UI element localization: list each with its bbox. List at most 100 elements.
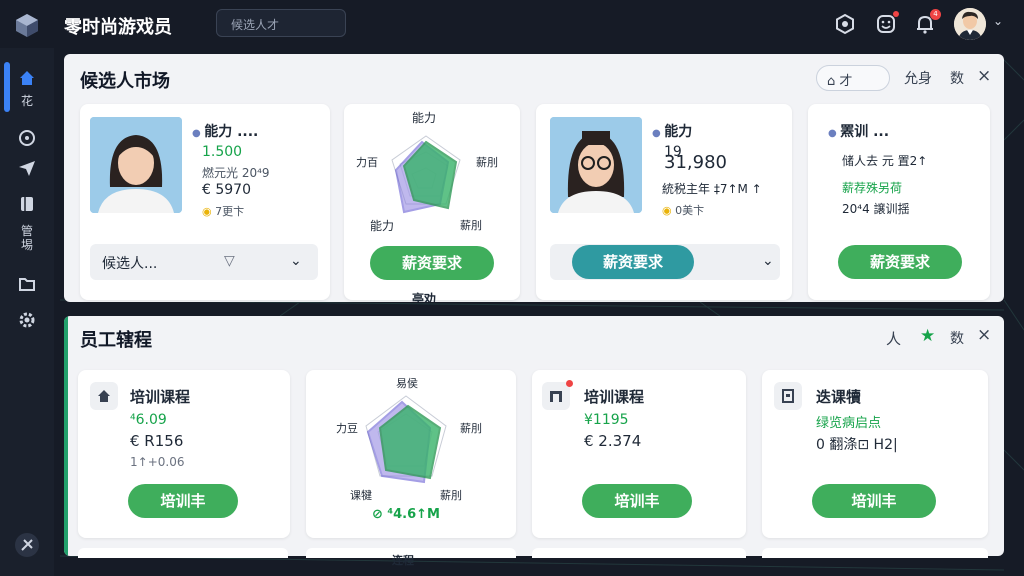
notification-badge: 4	[930, 9, 941, 20]
sidebar-item-book[interactable]	[17, 194, 37, 214]
sidebar-item-settings[interactable]	[17, 310, 37, 330]
radar-label-bottom-left: 能力	[370, 219, 395, 233]
refresh-icon: ⊘	[372, 507, 388, 522]
candidate-rating: ◉ 0美卞	[662, 204, 705, 217]
sidebar-active-indicator	[4, 62, 10, 112]
radar-label-bottom-right: 薪刖	[440, 489, 462, 502]
sidebar-item-home[interactable]	[17, 68, 37, 88]
training-date: 20⁴4 譲训揺	[842, 202, 910, 216]
search-input[interactable]: 候选人才	[216, 9, 346, 37]
course-card[interactable]: 培训课程 ⁴6.09 € R156 1↑+0.06 培训丰	[78, 370, 290, 538]
candidate-info: 統税主年 ‡7↑M ↑	[662, 182, 762, 196]
salary-request-button[interactable]: 薪资要求	[838, 245, 962, 279]
candidate-salary: 31,980	[664, 152, 727, 173]
course-title: 培训课程	[130, 388, 191, 406]
header-extra[interactable]: 数	[950, 328, 964, 348]
chevron-down-icon: ⌄	[762, 253, 774, 269]
course-change: 1↑+0.06	[130, 455, 185, 469]
training-card[interactable]: ● 罴训 ... 储人去 元 置2↑ 薪荐殊另荷 20⁴4 譲训揺 薪资要求	[808, 104, 990, 300]
camera-icon[interactable]	[834, 13, 856, 35]
talent-filter-pill[interactable]: ⌂ 才	[816, 65, 890, 91]
partial-card	[532, 548, 746, 558]
user-avatar[interactable]	[954, 8, 986, 40]
top-bar: 零时尚游戏员 候选人才 4 ⌄	[0, 0, 1024, 48]
radar-label-left: 力百	[356, 156, 378, 169]
chevron-down-icon: ⌄	[290, 253, 302, 269]
sidebar-item-tools[interactable]	[14, 532, 40, 558]
candidate-market-panel: 候选人市场 ⌂ 才 允身 数 × ● 能力 .... 1.500 燃元光 20⁴…	[64, 54, 1004, 302]
candidate-info: 燃元光 20⁴9	[202, 166, 270, 180]
train-button[interactable]: 培训丰	[128, 484, 238, 518]
select-value: 候选人...	[102, 256, 158, 272]
star-icon[interactable]: ★	[920, 326, 935, 346]
document-icon	[774, 382, 802, 410]
alert-dot	[566, 380, 573, 387]
candidate-card[interactable]: ● 能力 19 31,980 統税主年 ‡7↑M ↑ ◉ 0美卞 ⌄ 薪资要求	[536, 104, 792, 300]
salary-request-button[interactable]: 薪资要求	[370, 246, 494, 280]
person-icon[interactable]: 人	[886, 328, 901, 349]
header-extra[interactable]: 数	[950, 68, 964, 88]
radar-label-right: 薪刖	[460, 422, 482, 435]
train-button[interactable]: 培训丰	[812, 484, 936, 518]
sidebar-item-label[interactable]: 花	[18, 94, 36, 108]
course-title: 迭课犢	[816, 388, 862, 406]
pill-label: 才	[839, 74, 853, 89]
course-title: 培训课程	[584, 388, 645, 406]
partial-card	[762, 548, 988, 558]
close-icon[interactable]: ×	[977, 325, 991, 345]
training-status: 薪荐殊另荷	[842, 181, 903, 195]
staff-progress-panel: 员工辖程 人 ★ 数 × 培训课程 ⁴6.09 € R156 1↑+0.06 培…	[64, 316, 1004, 556]
close-icon[interactable]: ×	[977, 66, 991, 86]
header-text[interactable]: 允身	[904, 68, 932, 88]
training-title: ● 罴训 ...	[828, 124, 890, 140]
triangle-icon: ▽	[224, 253, 235, 269]
course-value: ¥1195	[584, 412, 629, 428]
group-icon	[542, 382, 570, 410]
candidate-photo-image	[90, 117, 182, 213]
app-title: 零时尚游戏员	[64, 17, 172, 38]
app-logo-icon	[16, 14, 38, 37]
ability-radar-card: 能力 力百 薪刖 能力 薪刖 薪资要求	[344, 104, 520, 300]
radar-label-top: 能力	[412, 111, 437, 125]
candidate-value: 1.500	[202, 144, 243, 160]
radar-label-right: 薪刖	[476, 156, 498, 169]
course-value: ⁴6.09	[130, 412, 167, 428]
home-icon: ⌂	[827, 74, 840, 89]
salary-request-button[interactable]: 薪资要求	[572, 245, 694, 279]
sidebar-item-send[interactable]	[17, 158, 37, 178]
partial-card-label: 连程	[392, 554, 414, 567]
course-card[interactable]: 培训课程 ¥1195 € 2.374 培训丰	[532, 370, 746, 538]
panel-accent-bar	[64, 316, 68, 556]
emoji-status-dot	[893, 11, 899, 17]
radar-label-bottom-right: 薪刖	[460, 219, 482, 232]
training-info: 储人去 元 置2↑	[842, 154, 928, 168]
radar-label-bottom-left: 课犍	[350, 489, 372, 502]
user-avatar-image	[954, 8, 986, 40]
course-cost: € R156	[130, 432, 184, 450]
skill-radar-card: 易侯 力豆 薪刖 课犍 薪刖 ⊘ ⁴4.6↑M	[306, 370, 516, 538]
candidate-card[interactable]: ● 能力 .... 1.500 燃元光 20⁴9 € 5970 ◉ 7更卞 候选…	[80, 104, 330, 300]
train-button[interactable]: 培训丰	[582, 484, 692, 518]
candidate-name: ● 能力 ....	[192, 124, 259, 140]
sidebar: 花 管 埸	[0, 48, 54, 576]
candidate-photo	[90, 117, 182, 213]
candidate-photo	[550, 117, 642, 213]
radar-label-left: 力豆	[336, 422, 358, 435]
chevron-down-icon[interactable]: ⌄	[993, 14, 1003, 28]
sidebar-item-gamepad[interactable]	[17, 128, 37, 148]
sidebar-item-folder[interactable]	[17, 274, 37, 294]
course-card[interactable]: 迭课犢 绿览病启点 0 翻涤⊡ H2| 培训丰	[762, 370, 988, 538]
radar-stat: ⊘ ⁴4.6↑M	[372, 507, 440, 522]
home-icon	[90, 382, 118, 410]
candidate-salary: € 5970	[202, 182, 251, 198]
candidate-name: ● 能力	[652, 124, 693, 140]
candidate-rating: ◉ 7更卞	[202, 205, 245, 218]
radar-footnote: 亭劝	[412, 292, 437, 302]
panel-title: 候选人市场	[80, 71, 170, 92]
partial-card	[78, 548, 288, 558]
sidebar-item-label[interactable]: 管 埸	[18, 224, 36, 252]
course-info: 0 翻涤⊡ H2|	[816, 437, 898, 453]
panel-title: 员工辖程	[80, 330, 152, 351]
candidate-select[interactable]: 候选人... ▽ ⌄	[90, 244, 318, 280]
candidate-photo-image	[550, 117, 642, 213]
